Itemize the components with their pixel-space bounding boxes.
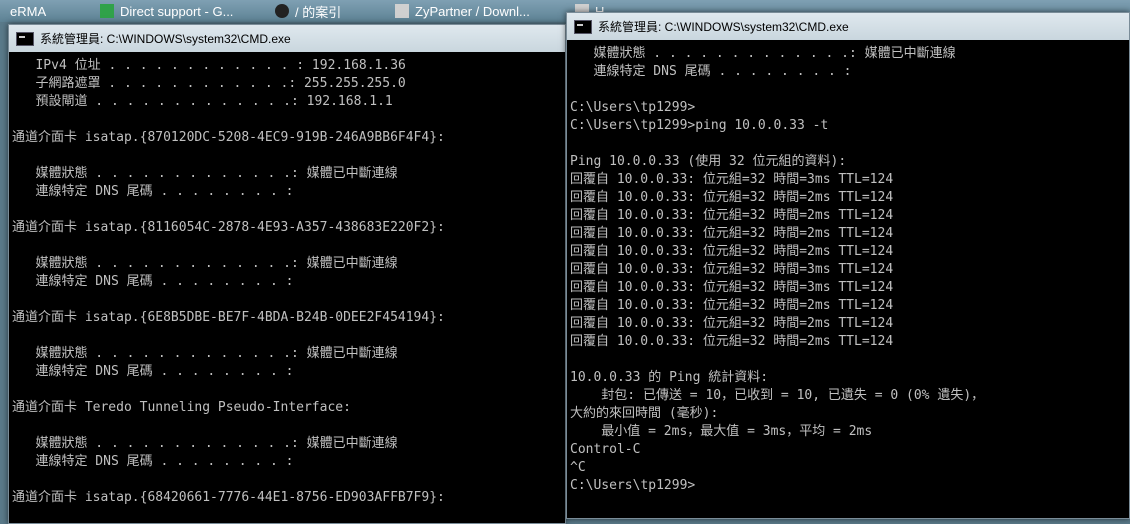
taskbar-item-erma[interactable]: eRMA bbox=[0, 0, 90, 22]
browser-icon bbox=[275, 4, 289, 18]
title-bar[interactable]: 系統管理員: C:\WINDOWS\system32\CMD.exe bbox=[567, 13, 1129, 40]
console-line: 大約的來回時間 (毫秒): bbox=[570, 406, 719, 421]
console-line: 回覆自 10.0.0.33: 位元組=32 時間=3ms TTL=124 bbox=[570, 280, 894, 295]
cmd-icon bbox=[574, 19, 592, 34]
cmd-window-left[interactable]: 系統管理員: C:\WINDOWS\system32\CMD.exe IPv4 … bbox=[8, 24, 566, 524]
console-line: 媒體狀態 . . . . . . . . . . . . .: 媒體已中斷連線 bbox=[12, 166, 398, 181]
console-line: 通道介面卡 isatap.{68420661-7776-44E1-8756-ED… bbox=[12, 490, 445, 505]
taskbar-item-browser[interactable]: / 的案引 bbox=[265, 0, 385, 22]
taskbar-item-label: ZyPartner / Downl... bbox=[415, 3, 530, 19]
console-line: 回覆自 10.0.0.33: 位元組=32 時間=3ms TTL=124 bbox=[570, 172, 894, 187]
console-line: IPv4 位址 . . . . . . . . . . . . : 192.16… bbox=[12, 58, 406, 73]
console-line: 回覆自 10.0.0.33: 位元組=32 時間=2ms TTL=124 bbox=[570, 226, 894, 241]
console-line: C:\Users\tp1299> bbox=[570, 478, 696, 493]
console-output[interactable]: IPv4 位址 . . . . . . . . . . . . : 192.16… bbox=[9, 57, 565, 523]
console-line: 回覆自 10.0.0.33: 位元組=32 時間=2ms TTL=124 bbox=[570, 298, 894, 313]
title-bar[interactable]: 系統管理員: C:\WINDOWS\system32\CMD.exe bbox=[9, 25, 565, 52]
console-line: ^C bbox=[570, 460, 586, 475]
console-line: 連線特定 DNS 尾碼 . . . . . . . . : bbox=[12, 454, 294, 469]
console-output[interactable]: 媒體狀態 . . . . . . . . . . . . .: 媒體已中斷連線 … bbox=[567, 45, 1129, 518]
console-line: 回覆自 10.0.0.33: 位元組=32 時間=2ms TTL=124 bbox=[570, 208, 894, 223]
cmd-window-right[interactable]: 系統管理員: C:\WINDOWS\system32\CMD.exe 媒體狀態 … bbox=[566, 12, 1130, 519]
console-line: C:\Users\tp1299> bbox=[570, 100, 696, 115]
console-line: 媒體狀態 . . . . . . . . . . . . .: 媒體已中斷連線 bbox=[570, 46, 956, 61]
taskbar-item-zypartner[interactable]: ZyPartner / Downl... bbox=[385, 0, 565, 22]
taskbar-item-label: Direct support - G... bbox=[120, 3, 234, 19]
console-line: 回覆自 10.0.0.33: 位元組=32 時間=2ms TTL=124 bbox=[570, 244, 894, 259]
console-line: 回覆自 10.0.0.33: 位元組=32 時間=2ms TTL=124 bbox=[570, 316, 894, 331]
console-line: 通道介面卡 isatap.{8116054C-2878-4E93-A357-43… bbox=[12, 220, 445, 235]
console-line: 最小值 = 2ms，最大值 = 3ms，平均 = 2ms bbox=[570, 424, 873, 439]
console-line: 回覆自 10.0.0.33: 位元組=32 時間=3ms TTL=124 bbox=[570, 262, 894, 277]
window-title: 系統管理員: C:\WINDOWS\system32\CMD.exe bbox=[598, 20, 849, 34]
console-line: 回覆自 10.0.0.33: 位元組=32 時間=2ms TTL=124 bbox=[570, 190, 894, 205]
taskbar-item-direct-support[interactable]: Direct support - G... bbox=[90, 0, 265, 22]
console-line: 連線特定 DNS 尾碼 . . . . . . . . : bbox=[12, 364, 294, 379]
console-line: 子網路遮罩 . . . . . . . . . . . .: 255.255.2… bbox=[12, 76, 406, 91]
console-line: 媒體狀態 . . . . . . . . . . . . .: 媒體已中斷連線 bbox=[12, 256, 398, 271]
console-line: 媒體狀態 . . . . . . . . . . . . .: 媒體已中斷連線 bbox=[12, 436, 398, 451]
taskbar-item-label: eRMA bbox=[10, 3, 47, 19]
console-line: 通道介面卡 isatap.{6E8B5DBE-BE7F-4BDA-B24B-0D… bbox=[12, 310, 445, 325]
console-line: 連線特定 DNS 尾碼 . . . . . . . . : bbox=[570, 64, 852, 79]
console-line: C:\Users\tp1299>ping 10.0.0.33 -t bbox=[570, 118, 829, 133]
console-line: 封包: 已傳送 = 10，已收到 = 10, 已遺失 = 0 (0% 遺失)， bbox=[570, 388, 985, 403]
console-line: 連線特定 DNS 尾碼 . . . . . . . . : bbox=[12, 184, 294, 199]
support-icon bbox=[100, 4, 114, 18]
console-line: Control-C bbox=[570, 442, 641, 457]
window-title: 系統管理員: C:\WINDOWS\system32\CMD.exe bbox=[40, 32, 291, 46]
console-line: 10.0.0.33 的 Ping 統計資料: bbox=[570, 370, 769, 385]
zyxel-icon bbox=[395, 4, 409, 18]
console-line: 媒體狀態 . . . . . . . . . . . . .: 媒體已中斷連線 bbox=[12, 346, 398, 361]
console-line: 預設閘道 . . . . . . . . . . . . .: 192.168.… bbox=[12, 94, 393, 109]
console-line: 回覆自 10.0.0.33: 位元組=32 時間=2ms TTL=124 bbox=[570, 334, 894, 349]
taskbar-item-label: / 的案引 bbox=[295, 4, 342, 20]
console-line: Ping 10.0.0.33 (使用 32 位元組的資料): bbox=[570, 154, 847, 169]
console-line: 連線特定 DNS 尾碼 . . . . . . . . : bbox=[12, 274, 294, 289]
console-line: 通道介面卡 Teredo Tunneling Pseudo-Interface: bbox=[12, 400, 351, 415]
console-line: 通道介面卡 isatap.{870120DC-5208-4EC9-919B-24… bbox=[12, 130, 445, 145]
cmd-icon bbox=[16, 31, 34, 46]
